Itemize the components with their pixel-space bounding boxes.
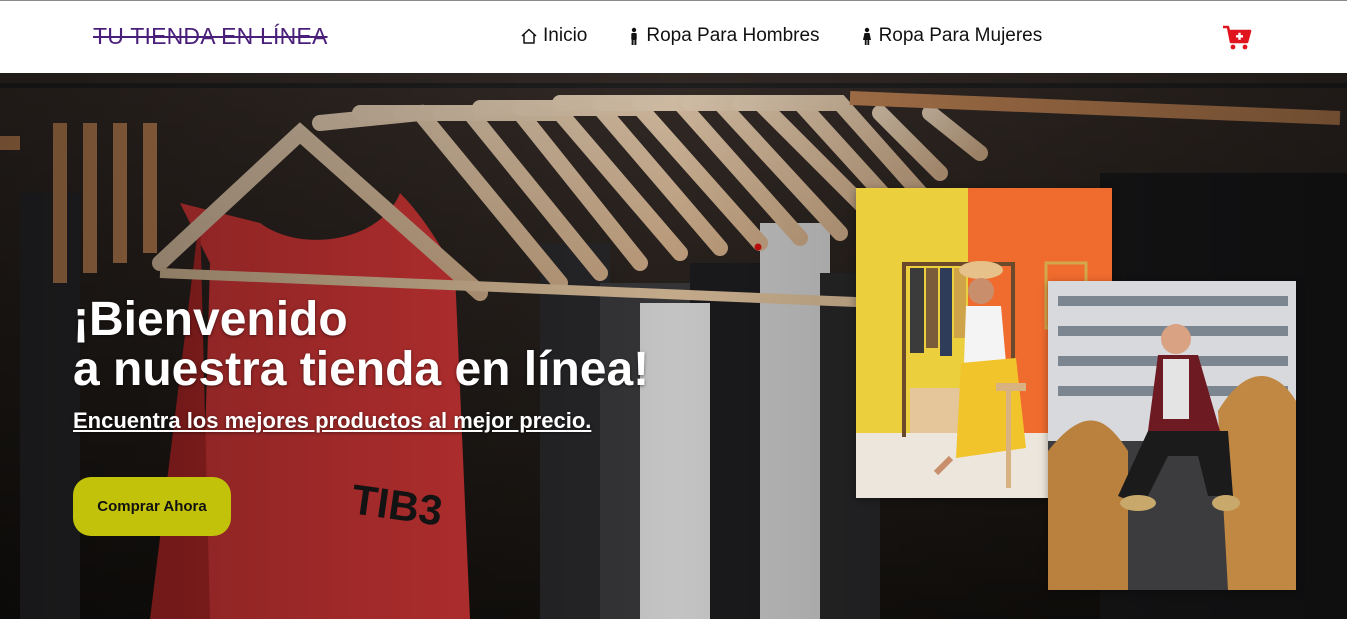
men-fashion-photo [1048,281,1296,590]
nav-item-label: Ropa Para Mujeres [878,25,1043,46]
cart-plus-icon[interactable] [1222,24,1252,52]
hero-title: ¡Bienvenido a nuestra tienda en línea! [73,295,793,395]
man-icon [631,27,638,45]
hero-title-line1: ¡Bienvenido [73,293,348,346]
nav-links: Inicio Ropa Para Hombres Ropa Para Mujer… [520,25,1042,47]
hero-title-line2: a nuestra tienda en línea! [73,343,650,396]
nav-item-label: Ropa Para Hombres [646,25,820,46]
hero-banner: TIB3 ¡Bienveni [0,73,1347,619]
navbar: TU TIENDA EN LÍNEA Inicio Ropa Para Homb… [0,0,1347,73]
woman-icon [862,27,871,45]
home-icon [521,28,537,44]
hero-subtitle: Encuentra los mejores productos al mejor… [73,408,592,433]
brand-logo[interactable]: TU TIENDA EN LÍNEA [93,23,328,50]
nav-item-hombres[interactable]: Ropa Para Hombres [627,25,820,47]
nav-item-label: Inicio [543,25,588,46]
nav-item-mujeres[interactable]: Ropa Para Mujeres [860,25,1043,47]
comprar-ahora-button[interactable]: Comprar Ahora [73,477,231,536]
nav-item-inicio[interactable]: Inicio [520,25,587,47]
